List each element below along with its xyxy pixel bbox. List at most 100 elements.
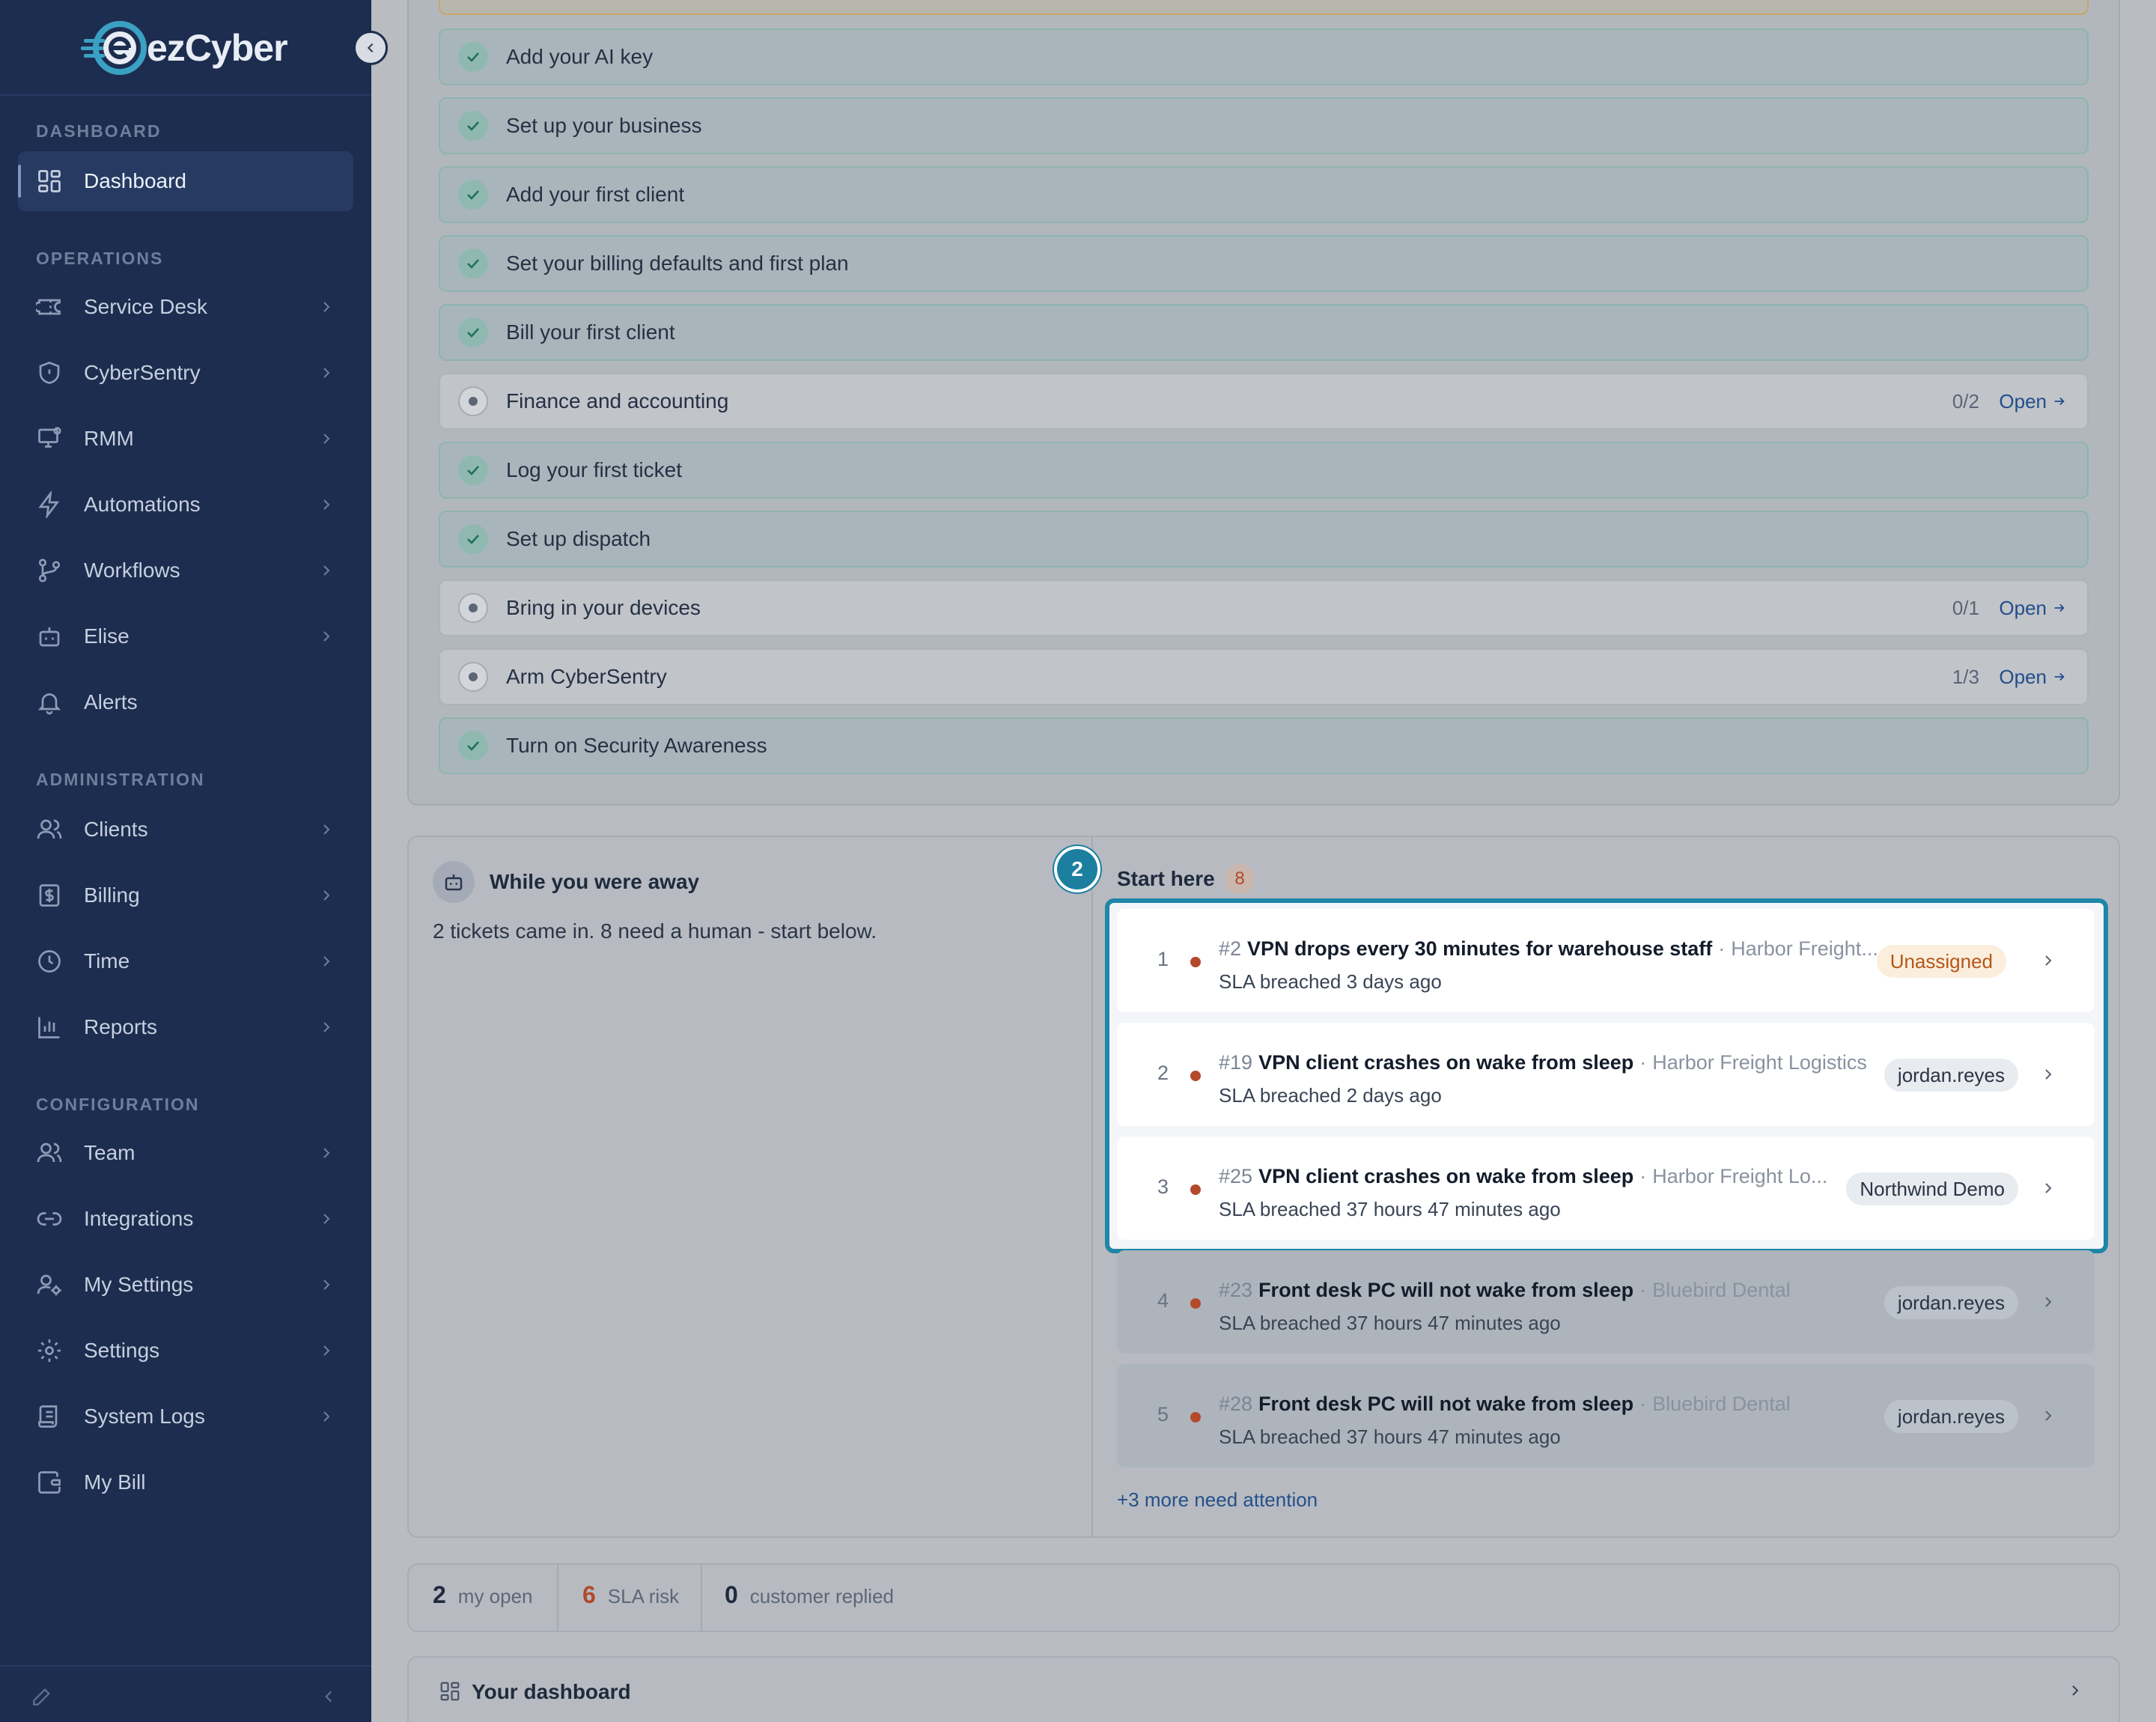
chevron-right-icon (323, 1280, 330, 1290)
chevron-right-icon (323, 368, 330, 378)
team-icon (34, 1138, 64, 1168)
checklist-row[interactable]: Log your first ticket (439, 442, 2089, 499)
open-link[interactable]: Open (1999, 666, 2066, 689)
ticket-sla: SLA breached 37 hours 47 minutes ago (1219, 1312, 1561, 1334)
assignee-badge[interactable]: jordan.reyes (1884, 1286, 2018, 1319)
chevron-right-icon[interactable] (2041, 1408, 2056, 1424)
your-dashboard-card[interactable] (407, 1656, 2120, 1722)
ticket-sla: SLA breached 2 days ago (1219, 1084, 1442, 1107)
sidebar-item-automations[interactable]: Automations (18, 475, 353, 535)
checklist-progress: 0/2 (1952, 389, 1979, 413)
checklist-row[interactable]: Arm CyberSentry 1/3 Open (439, 648, 2089, 705)
sidebar-item-rmm[interactable]: RMM (18, 409, 353, 469)
sidebar-item-my-settings[interactable]: My Settings (18, 1255, 353, 1315)
ticket-heading: #2 VPN drops every 30 minutes for warehou… (1219, 937, 1878, 961)
sidebar-item-service-desk[interactable]: Service Desk (18, 277, 353, 337)
assignee-badge[interactable]: Northwind Demo (1846, 1172, 2018, 1205)
arrow-right-icon (2054, 397, 2065, 406)
sidebar-item-reports[interactable]: Reports (18, 997, 353, 1057)
collapse-sidebar-icon[interactable] (320, 1688, 337, 1706)
start-here-count-badge: 8 (1225, 864, 1255, 894)
checklist-row[interactable]: Set up your business (439, 97, 2089, 154)
shield-icon (34, 358, 64, 388)
ticket-row[interactable]: 2 #19 VPN client crashes on wake from slee… (1117, 1023, 2095, 1126)
sidebar-item-elise[interactable]: Elise (18, 606, 353, 666)
chevron-right-icon[interactable] (2041, 952, 2056, 969)
check-icon (458, 455, 488, 485)
sidebar-item-label: Team (84, 1141, 135, 1164)
sidebar-item-integrations[interactable]: Integrations (18, 1189, 353, 1249)
ticket-row[interactable]: 4 #23 Front desk PC will not wake from sle… (1117, 1250, 2095, 1354)
chevron-right-icon[interactable] (2041, 1294, 2056, 1310)
dollar-icon (34, 880, 64, 910)
open-link[interactable]: Open (1999, 390, 2066, 413)
sidebar-item-time[interactable]: Time (18, 931, 353, 991)
more-need-attention-link[interactable]: +3 more need attention (1117, 1488, 1318, 1512)
check-icon (458, 180, 488, 210)
chevron-right-icon (323, 1022, 330, 1032)
assignee-badge[interactable]: Unassigned (1876, 945, 2006, 978)
ticket-rank: 3 (1157, 1175, 1169, 1198)
logo-area: ezCyber (0, 0, 371, 96)
chevron-right-icon (323, 433, 330, 444)
away-summary: 2 tickets came in. 8 need a human - star… (433, 919, 877, 943)
brand-logo[interactable]: ezCyber (81, 18, 288, 78)
sidebar-item-cybersentry[interactable]: CyberSentry (18, 343, 353, 403)
sidebar-item-billing[interactable]: Billing (18, 865, 353, 925)
arrow-right-icon (2054, 672, 2065, 681)
sidebar-collapse-button[interactable] (353, 31, 388, 65)
open-link[interactable]: Open (1999, 597, 2066, 620)
checklist-row[interactable]: Add your first client (439, 166, 2089, 223)
checklist-row[interactable]: Turn on Security Awareness (439, 717, 2089, 774)
ticket-icon (34, 292, 64, 322)
sidebar-item-dashboard[interactable]: Dashboard (18, 151, 353, 211)
pencil-icon[interactable] (30, 1685, 54, 1709)
chevron-right-icon (323, 1411, 330, 1422)
clock-icon (34, 946, 64, 976)
checklist-label: Finance and accounting (506, 389, 729, 413)
stat-my-open[interactable]: 2 my open (433, 1581, 533, 1609)
stat-sla-risk[interactable]: 6 SLA risk (582, 1581, 679, 1609)
checklist-row[interactable]: Set your billing defaults and first plan (439, 235, 2089, 292)
sidebar-item-alerts[interactable]: Alerts (18, 672, 353, 732)
section-label-configuration: CONFIGURATION (36, 1095, 200, 1114)
ticket-sla: SLA breached 37 hours 47 minutes ago (1219, 1198, 1561, 1220)
ticket-row[interactable]: 5 #28 Front desk PC will not wake from sle… (1117, 1364, 2095, 1467)
sidebar-item-settings[interactable]: Settings (18, 1321, 353, 1381)
stat-customer-replied[interactable]: 0 customer replied (725, 1581, 894, 1609)
sidebar-item-team[interactable]: Team (18, 1123, 353, 1183)
checklist-label: Add your AI key (506, 45, 654, 68)
ticket-rank: 5 (1157, 1403, 1169, 1426)
chevron-right-icon (323, 824, 330, 835)
ticket-row[interactable]: 1 #2 VPN drops every 30 minutes for wareho… (1117, 909, 2095, 1012)
separator: · (1639, 1165, 1647, 1187)
your-dashboard-title: Your dashboard (472, 1680, 631, 1703)
checklist-row[interactable]: Add your AI key (439, 28, 2089, 85)
sla-breach-dot (1190, 1184, 1201, 1195)
sidebar-item-label: Alerts (84, 690, 138, 714)
checklist-row[interactable]: Bring in your devices 0/1 Open (439, 579, 2089, 636)
pending-dot-icon (458, 593, 488, 623)
ticket-row[interactable]: 3 #25 VPN client crashes on wake from slee… (1117, 1137, 2095, 1240)
assignee-badge[interactable]: jordan.reyes (1884, 1400, 2018, 1433)
ticket-id: #2 (1219, 937, 1242, 960)
checklist-row[interactable]: Set up dispatch (439, 511, 2089, 568)
sidebar-item-label: Elise (84, 624, 130, 648)
sidebar-item-system-logs[interactable]: System Logs (18, 1387, 353, 1446)
chevron-right-icon[interactable] (2041, 1066, 2056, 1083)
checklist-row-partial (439, 0, 2089, 15)
users-icon (34, 815, 64, 845)
sidebar-item-my-bill[interactable]: My Bill (18, 1452, 353, 1512)
sidebar-item-workflows[interactable]: Workflows (18, 541, 353, 600)
sidebar-item-label: Reports (84, 1015, 158, 1038)
chevron-right-icon[interactable] (2068, 1682, 2083, 1700)
assignee-badge[interactable]: jordan.reyes (1884, 1059, 2018, 1092)
checklist-row[interactable]: Finance and accounting 0/2 Open (439, 373, 2089, 430)
ticket-sla: SLA breached 37 hours 47 minutes ago (1219, 1426, 1561, 1448)
check-icon (458, 42, 488, 72)
chevron-right-icon[interactable] (2041, 1180, 2056, 1196)
sidebar-item-clients[interactable]: Clients (18, 800, 353, 860)
checklist-row[interactable]: Bill your first client (439, 304, 2089, 361)
checklist-progress: 0/1 (1952, 596, 1979, 619)
stat-label: customer replied (749, 1585, 894, 1607)
